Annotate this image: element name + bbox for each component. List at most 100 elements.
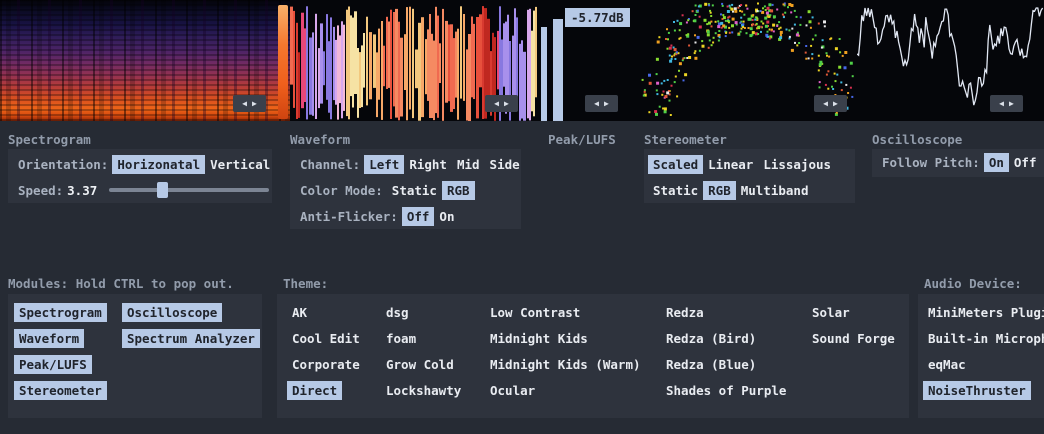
module-button-peak-lufs[interactable]: Peak/LUFS bbox=[14, 355, 92, 374]
anti-flicker-toggle: OffOn bbox=[402, 207, 460, 226]
channel-option-side[interactable]: Side bbox=[485, 155, 521, 174]
anti-flicker-option-off[interactable]: Off bbox=[402, 207, 435, 226]
stereometer-section-title: Stereometer bbox=[644, 132, 727, 147]
oscilloscope-section-title: Oscilloscope bbox=[872, 132, 962, 147]
oscilloscope-settings-panel: Follow Pitch: OnOff bbox=[872, 149, 1044, 177]
speed-value: 3.37 bbox=[67, 183, 97, 198]
waveform-section-title: Waveform bbox=[290, 132, 350, 147]
oscilloscope-nav: ◀ ▶ bbox=[990, 95, 1023, 112]
theme-option-midnight-kids-warm[interactable]: Midnight Kids (Warm) bbox=[485, 355, 646, 374]
speed-slider[interactable] bbox=[109, 182, 269, 198]
device-option-minimeters-plugi[interactable]: MiniMeters Plugi bbox=[923, 303, 1044, 322]
next-icon[interactable]: ▶ bbox=[504, 100, 509, 108]
theme-option-ak[interactable]: AK bbox=[287, 303, 312, 322]
next-icon[interactable]: ▶ bbox=[252, 100, 257, 108]
anti-flicker-option-on[interactable]: On bbox=[434, 207, 459, 226]
device-option-built-in-microph[interactable]: Built-in Microph bbox=[923, 329, 1044, 348]
theme-option-redza[interactable]: Redza bbox=[661, 303, 709, 322]
device-option-noisethruster[interactable]: NoiseThruster bbox=[923, 381, 1031, 400]
theme-column-4: Redza Redza (Bird) Redza (Blue) Shades of P… bbox=[661, 303, 791, 400]
stereo-mode-option-scaled[interactable]: Scaled bbox=[648, 155, 703, 174]
slider-track[interactable] bbox=[109, 188, 269, 192]
audio-device-list: MiniMeters Plugi Built-in Microph eqMac Noi… bbox=[923, 303, 1044, 400]
orientation-option-vertical[interactable]: Vertical bbox=[205, 155, 272, 174]
color-mode-toggle: StaticRGB bbox=[387, 181, 475, 200]
module-button-spectrogram[interactable]: Spectrogram bbox=[14, 303, 107, 322]
audio-device-panel: MiniMeters Plugi Built-in Microph eqMac Noi… bbox=[918, 294, 1044, 418]
channel-toggle: LeftRightMidSide bbox=[364, 155, 521, 174]
slider-knob[interactable] bbox=[157, 182, 168, 198]
theme-column-2: dsg foam Grow Cold Lockshawty bbox=[381, 303, 466, 400]
speed-label: Speed: bbox=[18, 183, 63, 198]
theme-option-sound-forge[interactable]: Sound Forge bbox=[807, 329, 900, 348]
prev-icon[interactable]: ◀ bbox=[999, 100, 1004, 108]
color-mode-option-static[interactable]: Static bbox=[387, 181, 442, 200]
next-icon[interactable]: ▶ bbox=[604, 100, 609, 108]
spectrogram-nav: ◀ ▶ bbox=[233, 95, 266, 112]
theme-option-ocular[interactable]: Ocular bbox=[485, 381, 540, 400]
stereo-mode-toggle: ScaledLinearLissajous bbox=[648, 155, 836, 174]
theme-option-redza-blue[interactable]: Redza (Blue) bbox=[661, 355, 761, 374]
prev-icon[interactable]: ◀ bbox=[242, 100, 247, 108]
channel-option-mid[interactable]: Mid bbox=[452, 155, 485, 174]
channel-option-right[interactable]: Right bbox=[404, 155, 452, 174]
peak-bar-left bbox=[541, 27, 547, 121]
device-option-eqmac[interactable]: eqMac bbox=[923, 355, 971, 374]
theme-option-shades-of-purple[interactable]: Shades of Purple bbox=[661, 381, 791, 400]
module-button-waveform[interactable]: Waveform bbox=[14, 329, 84, 348]
minimeters-app: -5.77dB ◀ ▶ ◀ ▶ ◀ ▶ ◀ ▶ ◀ ▶ Spectrogram … bbox=[0, 0, 1044, 434]
stereo-mode-option-lissajous[interactable]: Lissajous bbox=[758, 155, 836, 174]
peak-lufs-section-title: Peak/LUFS bbox=[548, 132, 616, 147]
channel-label: Channel: bbox=[300, 157, 360, 172]
stereo-color-toggle: StaticRGBMultiband bbox=[648, 181, 813, 200]
theme-column-5: Solar Sound Forge bbox=[807, 303, 900, 348]
theme-option-midnight-kids[interactable]: Midnight Kids bbox=[485, 329, 593, 348]
module-button-oscilloscope[interactable]: Oscilloscope bbox=[122, 303, 222, 322]
theme-option-dsg[interactable]: dsg bbox=[381, 303, 414, 322]
spectrogram-hot-stripe bbox=[278, 5, 288, 119]
stereometer-nav: ◀ ▶ bbox=[814, 95, 847, 112]
waveform-settings-panel: Channel: LeftRightMidSide Color Mode: St… bbox=[290, 149, 521, 229]
theme-option-grow-cold[interactable]: Grow Cold bbox=[381, 355, 459, 374]
theme-option-direct[interactable]: Direct bbox=[287, 381, 342, 400]
peak-bar-right bbox=[553, 19, 563, 121]
prev-icon[interactable]: ◀ bbox=[494, 100, 499, 108]
theme-option-cool-edit[interactable]: Cool Edit bbox=[287, 329, 365, 348]
module-button-spectrum-analyzer[interactable]: Spectrum Analyzer bbox=[122, 329, 260, 348]
theme-option-foam[interactable]: foam bbox=[381, 329, 421, 348]
theme-option-redza-bird[interactable]: Redza (Bird) bbox=[661, 329, 761, 348]
orientation-label: Orientation: bbox=[18, 157, 108, 172]
follow-pitch-option-on[interactable]: On bbox=[984, 153, 1009, 172]
stereometer-settings-panel: ScaledLinearLissajous StaticRGBMultiband bbox=[644, 149, 855, 203]
next-icon[interactable]: ▶ bbox=[1009, 100, 1014, 108]
follow-pitch-label: Follow Pitch: bbox=[882, 155, 980, 170]
modules-panel: SpectrogramWaveformPeak/LUFSStereometer … bbox=[8, 294, 262, 418]
stereo-color-option-multiband[interactable]: Multiband bbox=[736, 181, 814, 200]
stereo-mode-option-linear[interactable]: Linear bbox=[703, 155, 758, 174]
peak-db-readout: -5.77dB bbox=[565, 8, 630, 27]
theme-panel: AK Cool Edit Corporate Direct dsg foam Grow C… bbox=[277, 294, 909, 418]
theme-option-low-contrast[interactable]: Low Contrast bbox=[485, 303, 585, 322]
stereo-color-option-static[interactable]: Static bbox=[648, 181, 703, 200]
follow-pitch-option-off[interactable]: Off bbox=[1009, 153, 1042, 172]
spectrogram-section-title: Spectrogram bbox=[8, 132, 91, 147]
waveform-nav: ◀ ▶ bbox=[485, 95, 518, 112]
channel-option-left[interactable]: Left bbox=[364, 155, 404, 174]
theme-option-lockshawty[interactable]: Lockshawty bbox=[381, 381, 466, 400]
prev-icon[interactable]: ◀ bbox=[823, 100, 828, 108]
theme-column-1: AK Cool Edit Corporate Direct bbox=[287, 303, 365, 400]
stereo-color-option-rgb[interactable]: RGB bbox=[703, 181, 736, 200]
visualization-strip: -5.77dB ◀ ▶ ◀ ▶ ◀ ▶ ◀ ▶ ◀ ▶ bbox=[0, 0, 1044, 121]
prev-icon[interactable]: ◀ bbox=[594, 100, 599, 108]
color-mode-option-rgb[interactable]: RGB bbox=[442, 181, 475, 200]
peak-nav: ◀ ▶ bbox=[585, 95, 618, 112]
next-icon[interactable]: ▶ bbox=[833, 100, 838, 108]
module-button-stereometer[interactable]: Stereometer bbox=[14, 381, 107, 400]
theme-option-solar[interactable]: Solar bbox=[807, 303, 855, 322]
modules-column-1: Spectrogram Waveform Peak/LUFS Stereometer bbox=[14, 303, 107, 400]
orientation-option-horizonatal[interactable]: Horizonatal bbox=[112, 155, 205, 174]
theme-option-corporate[interactable]: Corporate bbox=[287, 355, 365, 374]
modules-section-title: Modules: Hold CTRL to pop out. bbox=[8, 276, 234, 291]
spectrogram-settings-panel: Orientation: HorizonatalVertical Speed: … bbox=[8, 149, 272, 203]
orientation-toggle: HorizonatalVertical bbox=[112, 155, 272, 174]
